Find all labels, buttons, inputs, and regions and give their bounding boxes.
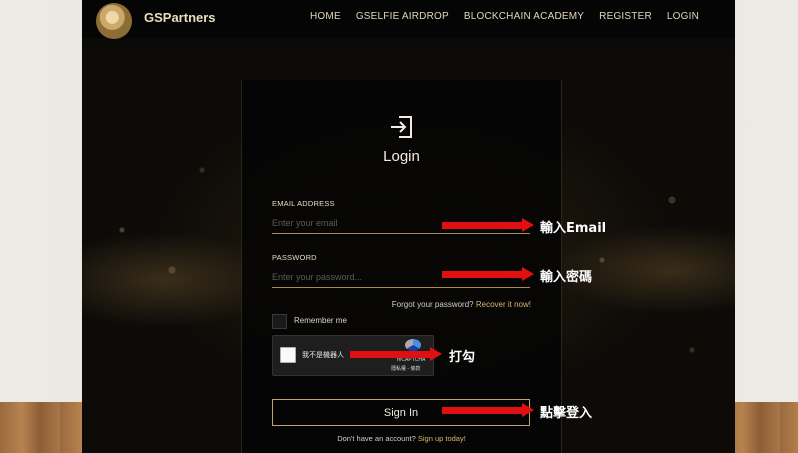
red-arrow-icon bbox=[350, 347, 442, 361]
red-arrow-icon bbox=[442, 267, 534, 281]
recaptcha-label: 我不是機器人 bbox=[302, 352, 344, 359]
login-panel: Login EMAIL ADDRESS PASSWORD Forgot your… bbox=[241, 80, 562, 453]
remember-me-label: Remember me bbox=[294, 316, 347, 325]
red-arrow-icon bbox=[442, 403, 534, 417]
email-annotation: 輸入Email bbox=[540, 221, 607, 236]
recaptcha-checkbox[interactable] bbox=[280, 347, 296, 363]
browser-page: GSPartners HOME GSELFIE AIRDROP BLOCKCHA… bbox=[82, 0, 735, 453]
remember-me-checkbox[interactable] bbox=[272, 314, 287, 329]
nav-item-blockchain-academy[interactable]: BLOCKCHAIN ACADEMY bbox=[464, 11, 584, 22]
password-annotation: 輸入密碼 bbox=[540, 270, 593, 285]
signin-annotation: 點擊登入 bbox=[540, 406, 593, 421]
nav-item-home[interactable]: HOME bbox=[310, 11, 341, 22]
brand-name[interactable]: GSPartners bbox=[144, 10, 216, 25]
nav-item-register[interactable]: REGISTER bbox=[599, 11, 652, 22]
login-icon bbox=[391, 116, 412, 138]
recover-link[interactable]: Recover it now! bbox=[476, 300, 531, 309]
nav-menu: HOME GSELFIE AIRDROP BLOCKCHAIN ACADEMY … bbox=[310, 11, 699, 22]
top-navbar: GSPartners HOME GSELFIE AIRDROP BLOCKCHA… bbox=[82, 0, 735, 39]
captcha-annotation: 打勾 bbox=[449, 350, 476, 365]
password-label: PASSWORD bbox=[272, 253, 317, 262]
email-label: EMAIL ADDRESS bbox=[272, 199, 335, 208]
red-arrow-icon bbox=[442, 218, 534, 232]
nav-item-login[interactable]: LOGIN bbox=[667, 11, 699, 22]
forgot-password-prompt: Forgot your password? bbox=[391, 300, 474, 309]
signup-prompt: Don't have an account? bbox=[337, 434, 416, 443]
signup-text: Don't have an account? Sign up today! bbox=[242, 434, 561, 443]
signup-link[interactable]: Sign up today! bbox=[418, 434, 466, 443]
nav-item-gselfie-airdrop[interactable]: GSELFIE AIRDROP bbox=[356, 11, 449, 22]
login-title: Login bbox=[383, 148, 420, 165]
forgot-password-text: Forgot your password? Recover it now! bbox=[392, 300, 531, 309]
recaptcha-terms[interactable]: 隱私權 - 條款 bbox=[391, 365, 420, 372]
logo-icon[interactable] bbox=[96, 3, 132, 39]
